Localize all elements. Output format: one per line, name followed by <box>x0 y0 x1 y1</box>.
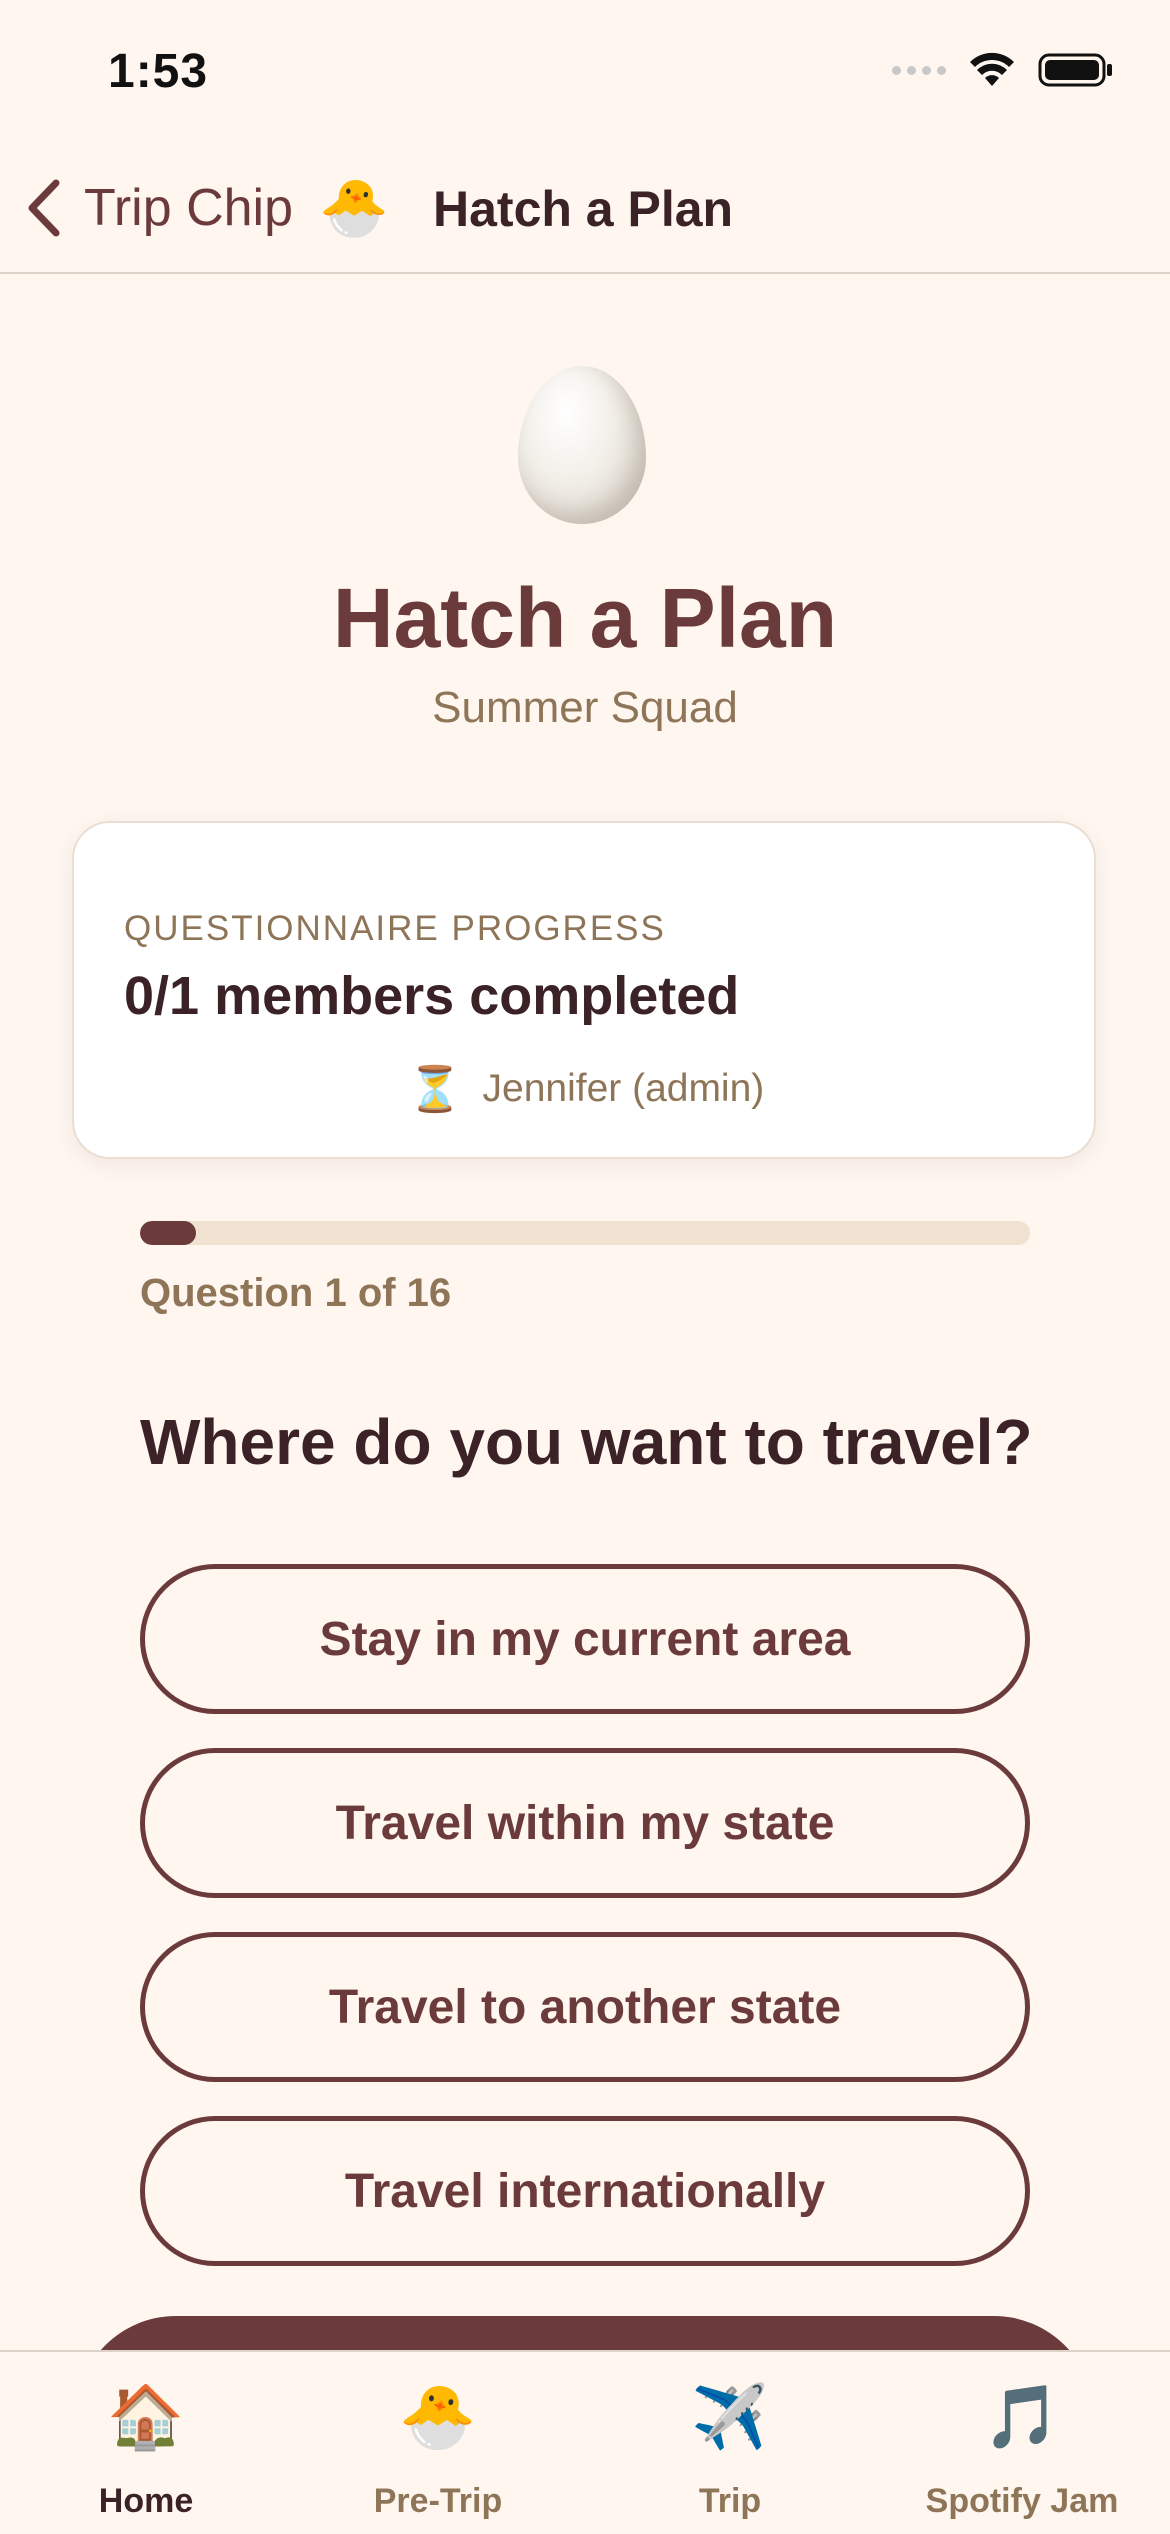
chevron-left-icon <box>28 179 60 237</box>
hourglass-icon: ⏳ <box>407 1065 463 1114</box>
tab-pre-trip[interactable]: 🐣 Pre-Trip <box>292 2382 584 2521</box>
status-bar: 1:53 <box>0 0 1170 150</box>
hatching-chick-icon: 🐣 <box>399 2383 477 2452</box>
member-name: Jennifer (admin) <box>482 1067 765 1110</box>
progress-card-label: QUESTIONNAIRE PROGRESS <box>124 909 666 948</box>
members-completed-count: 0/1 members completed <box>124 966 740 1026</box>
navigation-bar: Trip Chip 🐣 Hatch a Plan <box>0 150 1170 274</box>
questionnaire-progress-card: QUESTIONNAIRE PROGRESS 0/1 members compl… <box>72 821 1096 1159</box>
question-text: Where do you want to travel? <box>140 1406 1033 1478</box>
tab-home-label: Home <box>98 2482 194 2520</box>
house-icon: 🏠 <box>107 2383 185 2452</box>
option-internationally-button[interactable]: Travel internationally <box>140 2116 1030 2266</box>
member-status-row: ⏳ Jennifer (admin) <box>74 1063 1098 1115</box>
egg-icon <box>518 366 646 524</box>
tab-home[interactable]: 🏠 Home <box>0 2382 292 2521</box>
back-button-label: Trip Chip <box>84 179 294 237</box>
tab-spotify-jam-label: Spotify Jam <box>925 2482 1119 2520</box>
tab-trip[interactable]: ✈️ Trip <box>584 2382 876 2521</box>
tab-spotify-jam[interactable]: 🎵 Spotify Jam <box>876 2382 1168 2521</box>
option-within-state-button[interactable]: Travel within my state <box>140 1748 1030 1898</box>
question-counter: Question 1 of 16 <box>140 1271 452 1315</box>
option-another-state-button[interactable]: Travel to another state <box>140 1932 1030 2082</box>
tab-pre-trip-label: Pre-Trip <box>373 2482 503 2520</box>
question-progress-bar <box>140 1221 1030 1245</box>
music-note-icon: 🎵 <box>983 2383 1061 2452</box>
page-title: Hatch a Plan <box>332 571 838 665</box>
battery-icon <box>1038 53 1112 87</box>
tab-bar: 🏠 Home 🐣 Pre-Trip ✈️ Trip 🎵 Spotify Jam <box>0 2350 1170 2534</box>
option-stay-current-area-button[interactable]: Stay in my current area <box>140 1564 1030 1714</box>
cellular-signal-icon <box>892 65 946 75</box>
status-icons <box>892 52 1114 88</box>
wifi-icon <box>970 52 1014 86</box>
tab-trip-label: Trip <box>698 2482 762 2520</box>
hatching-chick-icon: 🐣 <box>319 176 389 239</box>
question-progress-fill <box>140 1221 196 1245</box>
status-time: 1:53 <box>108 45 209 98</box>
nav-title: Hatch a Plan <box>433 181 734 237</box>
airplane-icon: ✈️ <box>691 2383 769 2452</box>
group-name: Summer Squad <box>432 683 738 732</box>
back-button[interactable]: Trip Chip 🐣 <box>24 170 389 246</box>
